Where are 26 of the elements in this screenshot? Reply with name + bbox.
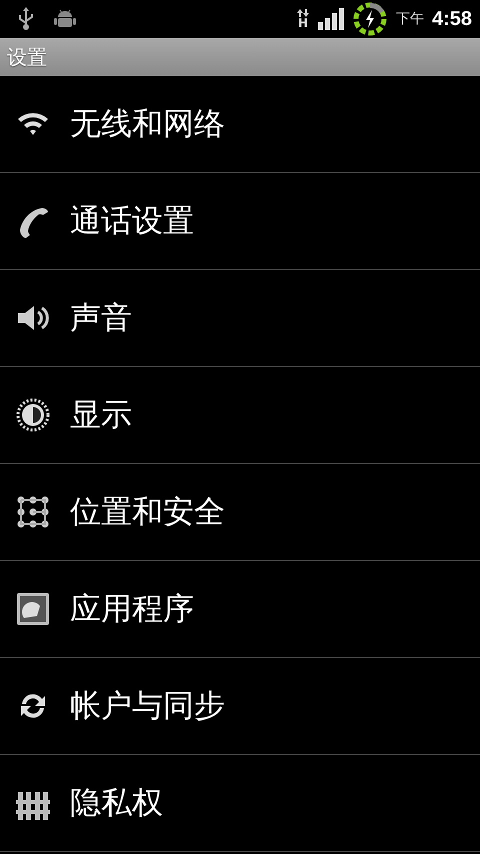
battery-charging-icon	[352, 1, 388, 37]
brightness-icon	[16, 398, 50, 432]
android-icon	[54, 8, 76, 30]
data-type-indicator: H	[296, 9, 310, 29]
screen-title: 设置	[7, 44, 47, 70]
settings-row[interactable]: 帐户与同步	[0, 658, 480, 755]
usb-icon	[18, 7, 34, 31]
pattern-lock-icon	[16, 495, 50, 529]
setting-label: 声音	[70, 299, 132, 338]
setting-label: 显示	[70, 396, 132, 435]
signal-icon	[318, 8, 344, 30]
setting-label: 应用程序	[70, 590, 194, 629]
settings-row[interactable]: 位置和安全	[0, 464, 480, 561]
setting-label: 位置和安全	[70, 493, 225, 532]
settings-row[interactable]: 隐私权	[0, 755, 480, 852]
setting-label: 帐户与同步	[70, 687, 225, 726]
setting-label: 通话设置	[70, 202, 194, 241]
settings-row[interactable]: 声音	[0, 270, 480, 367]
setting-label: 无线和网络	[70, 105, 225, 144]
clock-time: 4:58	[432, 8, 472, 30]
settings-row[interactable]: 应用程序	[0, 561, 480, 658]
settings-row[interactable]: 无线和网络	[0, 76, 480, 173]
time-period: 下午	[396, 10, 424, 28]
settings-row[interactable]: 通话设置	[0, 173, 480, 270]
setting-label: 隐私权	[70, 784, 163, 823]
settings-row[interactable]: 显示	[0, 367, 480, 464]
